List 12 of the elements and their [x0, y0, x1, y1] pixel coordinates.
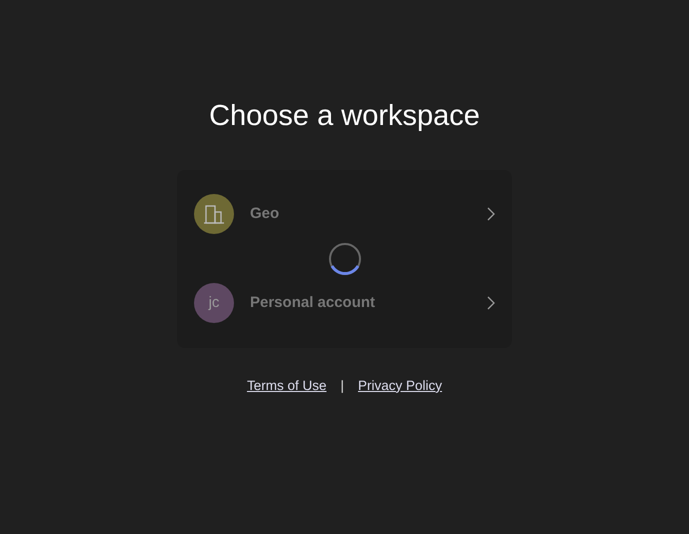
workspace-name: Personal account: [250, 293, 376, 314]
workspace-name: Geo: [250, 204, 280, 224]
loading-spinner: [328, 242, 362, 276]
separator: |: [340, 376, 344, 395]
workspace-item[interactable]: jc Personal account: [177, 258, 512, 348]
page-title: Choose a workspace: [209, 99, 480, 134]
avatar: jc: [194, 283, 234, 324]
workspace-item[interactable]: Geo: [177, 170, 512, 259]
footer-link[interactable]: Privacy Policy: [358, 376, 442, 396]
chevron-right-icon: [487, 207, 495, 222]
chevron-right-icon: [487, 296, 495, 310]
footer-link[interactable]: Terms of Use: [246, 376, 326, 396]
